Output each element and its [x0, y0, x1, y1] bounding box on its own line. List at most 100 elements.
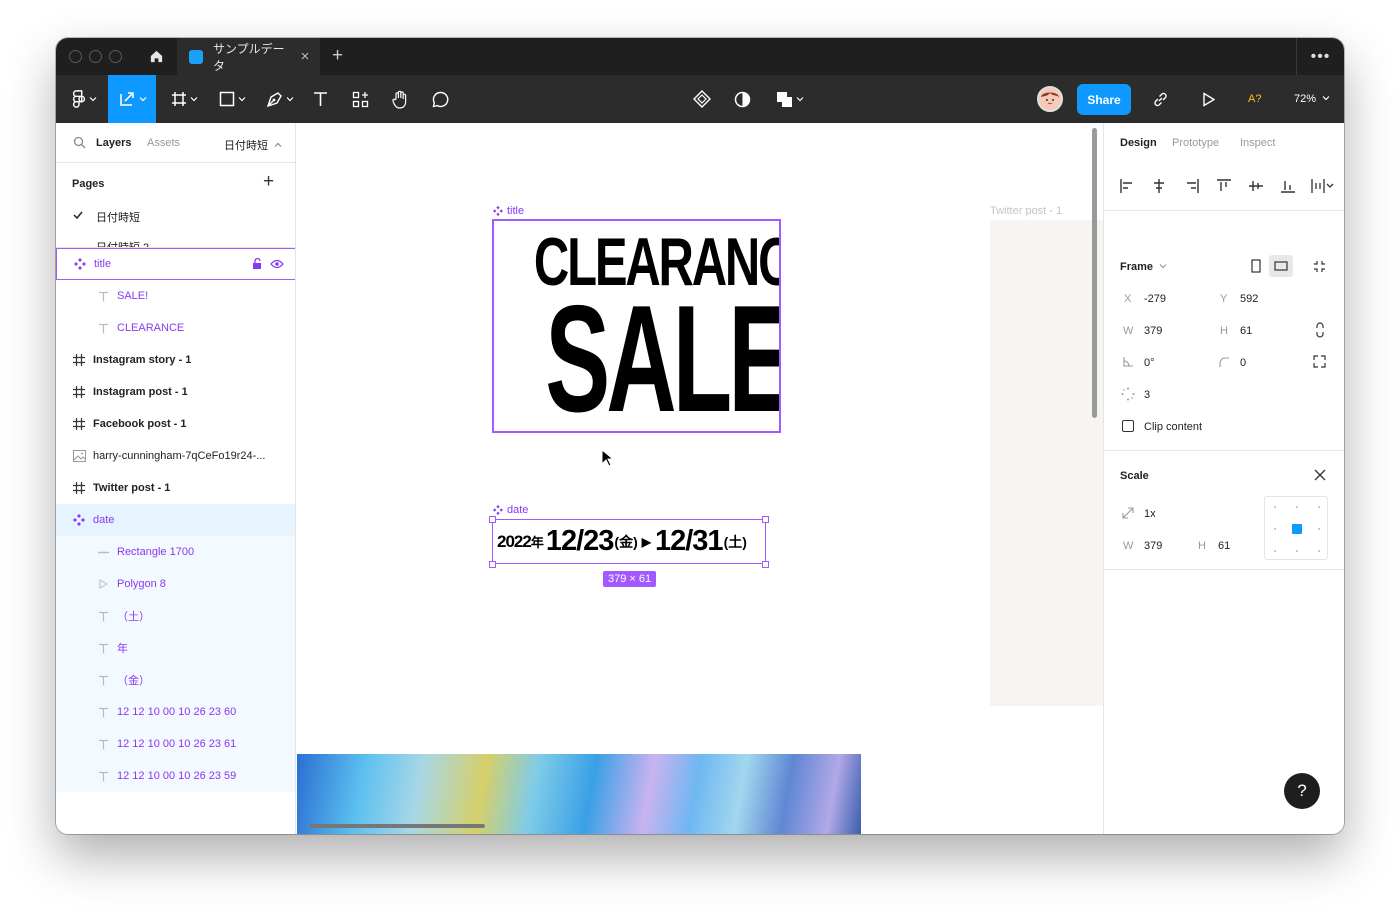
frame-section-title[interactable]: Frame — [1120, 261, 1167, 273]
align-bottom-icon[interactable] — [1281, 179, 1295, 193]
layer-row-frame[interactable]: Instagram story - 1 — [56, 344, 295, 376]
align-right-icon[interactable] — [1185, 179, 1199, 193]
vertical-scrollbar[interactable] — [1092, 128, 1097, 418]
layer-row-image[interactable]: harry-cunningham-7qCeFo19r24-... — [56, 440, 295, 472]
create-component-button[interactable] — [688, 75, 716, 123]
date-nen-text[interactable]: 年 — [531, 532, 544, 551]
close-window-button[interactable] — [69, 50, 82, 63]
layer-row-polygon[interactable]: Polygon 8 — [56, 568, 295, 600]
date-start-text[interactable]: 12/23 — [546, 525, 615, 558]
scale-width-input[interactable]: 379 — [1144, 540, 1162, 552]
move-tool-button[interactable] — [108, 75, 156, 123]
page-item[interactable]: 日付時短 — [56, 199, 295, 231]
resize-handle-top-left[interactable] — [489, 516, 496, 523]
resize-to-fit-icon[interactable] — [1313, 260, 1326, 273]
rotation-input[interactable]: 0° — [1144, 357, 1155, 369]
align-horizontal-center-icon[interactable] — [1152, 179, 1166, 193]
close-scale-icon[interactable] — [1314, 469, 1326, 481]
date-year-text[interactable]: 2022 — [497, 532, 532, 552]
resize-handle-top-right[interactable] — [762, 516, 769, 523]
tab-inspect[interactable]: Inspect — [1240, 137, 1275, 149]
tab-design[interactable]: Design — [1120, 137, 1157, 149]
text-tool-button[interactable] — [306, 75, 334, 123]
width-input[interactable]: 379 — [1144, 325, 1162, 337]
main-menu-button[interactable] — [64, 75, 104, 123]
layer-row-rectangle[interactable]: Rectangle 1700 — [56, 536, 295, 568]
share-button[interactable]: Share — [1077, 84, 1131, 115]
file-tab[interactable]: サンプルデータ × — [177, 38, 320, 75]
present-button[interactable] — [1194, 75, 1222, 123]
align-vertical-center-icon[interactable] — [1249, 179, 1263, 193]
sale-text[interactable]: SALE! — [545, 283, 779, 431]
boolean-groups-button[interactable] — [770, 75, 810, 123]
design-canvas[interactable]: Twitter post - 1 title CLEARANCE SALE! d… — [297, 123, 1103, 834]
date-arrow-polygon[interactable]: ▶ — [642, 535, 651, 549]
date-component[interactable]: 2022 年 12/23 (金) ▶ 12/31 (土) — [492, 519, 766, 564]
more-options-icon[interactable]: ••• — [1296, 38, 1344, 75]
frame-tool-button[interactable] — [164, 75, 204, 123]
help-button[interactable]: ? — [1284, 773, 1320, 809]
points-input[interactable]: 3 — [1144, 389, 1150, 401]
twitter-frame-label[interactable]: Twitter post - 1 — [990, 205, 1062, 217]
resources-button[interactable] — [346, 75, 374, 123]
scale-height-input[interactable]: 61 — [1218, 540, 1230, 552]
date-end-day-text[interactable]: (土) — [724, 532, 747, 552]
hand-tool-button[interactable] — [386, 75, 414, 123]
align-left-icon[interactable] — [1120, 179, 1134, 193]
page-item[interactable]: 日付時短 2 — [56, 231, 295, 247]
independent-corners-icon[interactable] — [1313, 355, 1326, 368]
tab-assets[interactable]: Assets — [147, 137, 180, 149]
layer-row-text[interactable]: SALE! — [56, 280, 295, 312]
page-selector[interactable]: 日付時短 — [224, 137, 282, 153]
zoom-window-button[interactable] — [109, 50, 122, 63]
search-icon[interactable] — [73, 136, 86, 149]
layer-row-text[interactable]: 12 12 10 00 10 26 23 61 — [56, 728, 295, 760]
layer-row-text[interactable]: CLEARANCE — [56, 312, 295, 344]
pen-tool-button[interactable] — [260, 75, 300, 123]
twitter-post-frame[interactable] — [990, 220, 1103, 706]
scale-anchor-picker[interactable] — [1264, 496, 1328, 560]
unlock-icon[interactable] — [252, 258, 263, 270]
close-tab-icon[interactable]: × — [290, 48, 320, 65]
copy-link-button[interactable] — [1146, 75, 1174, 123]
shape-tool-button[interactable] — [212, 75, 252, 123]
resize-handle-bottom-left[interactable] — [489, 561, 496, 568]
layer-row-frame[interactable]: Instagram post - 1 — [56, 376, 295, 408]
distribute-icon[interactable] — [1311, 179, 1335, 193]
clip-content-checkbox[interactable] — [1122, 420, 1134, 432]
date-component-label[interactable]: date — [493, 504, 528, 516]
layer-row-date[interactable]: date — [56, 504, 295, 536]
collage-image[interactable] — [297, 754, 861, 834]
align-top-icon[interactable] — [1217, 179, 1231, 193]
layer-row-text[interactable]: 12 12 10 00 10 26 23 59 — [56, 760, 295, 792]
horizontal-scrollbar[interactable] — [309, 824, 485, 828]
layer-row-text[interactable]: （金） — [56, 664, 295, 696]
accessibility-check-label[interactable]: A? — [1248, 75, 1261, 123]
zoom-dropdown[interactable]: 72% — [1294, 75, 1330, 123]
scale-input[interactable]: 1x — [1144, 508, 1156, 520]
resize-handle-bottom-right[interactable] — [762, 561, 769, 568]
title-component[interactable]: CLEARANCE SALE! — [492, 219, 781, 433]
constrain-proportions-icon[interactable] — [1315, 322, 1325, 338]
landscape-orientation-button[interactable] — [1269, 255, 1293, 277]
portrait-orientation-icon[interactable] — [1251, 259, 1261, 273]
tab-prototype[interactable]: Prototype — [1172, 137, 1219, 149]
user-avatar[interactable] — [1037, 86, 1063, 112]
layer-row-text[interactable]: 年 — [56, 632, 295, 664]
home-button[interactable] — [139, 38, 173, 75]
corner-radius-input[interactable]: 0 — [1240, 357, 1246, 369]
mask-button[interactable] — [728, 75, 756, 123]
layer-row-text[interactable]: 12 12 10 00 10 26 23 60 — [56, 696, 295, 728]
comment-tool-button[interactable] — [426, 75, 454, 123]
height-input[interactable]: 61 — [1240, 325, 1252, 337]
new-tab-button[interactable]: + — [332, 46, 343, 66]
layer-row-text[interactable]: （土） — [56, 600, 295, 632]
tab-layers[interactable]: Layers — [96, 137, 131, 149]
y-input[interactable]: 592 — [1240, 293, 1258, 305]
date-start-day-text[interactable]: (金) — [614, 532, 637, 552]
layer-row-frame[interactable]: Twitter post - 1 — [56, 472, 295, 504]
add-page-button[interactable]: + — [263, 171, 274, 193]
layer-row-title[interactable]: title — [56, 248, 295, 280]
x-input[interactable]: -279 — [1144, 293, 1166, 305]
layer-row-frame[interactable]: Facebook post - 1 — [56, 408, 295, 440]
